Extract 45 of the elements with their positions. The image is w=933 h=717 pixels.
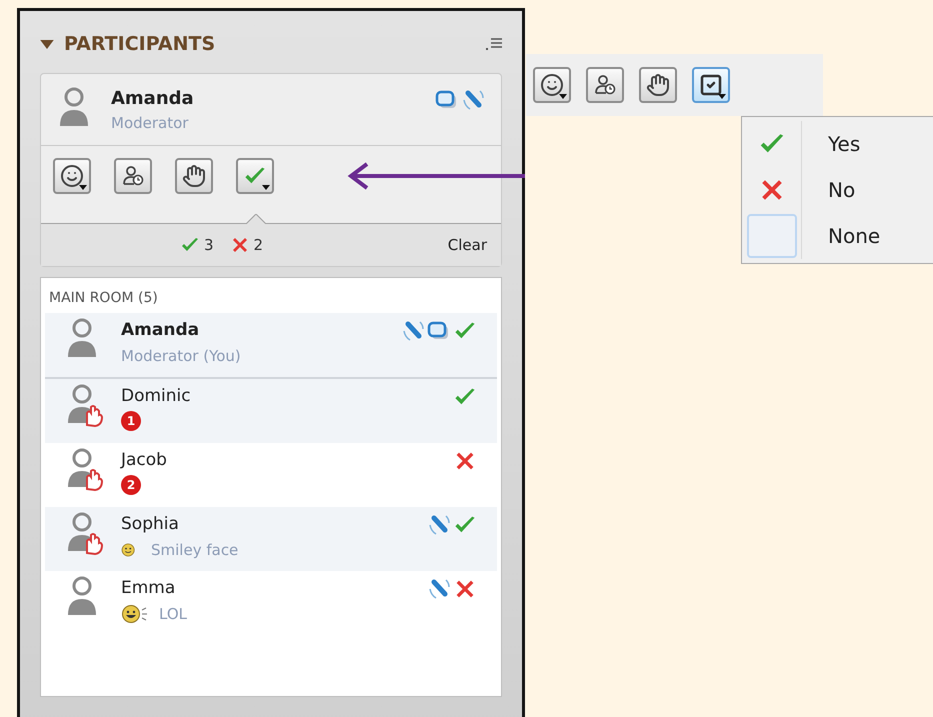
- tool-button[interactable]: [639, 67, 677, 103]
- caret-icon: [559, 94, 567, 99]
- caret-icon: [79, 185, 87, 190]
- yes-count: 3: [204, 234, 214, 256]
- empty-box-icon: [746, 214, 796, 258]
- tool-button[interactable]: [53, 158, 91, 194]
- tool-button[interactable]: [692, 67, 730, 103]
- caret-icon: [718, 94, 726, 99]
- participant-role: Moderator: [111, 113, 190, 134]
- clear-button[interactable]: Clear: [448, 234, 487, 256]
- emoji-label: Smiley face: [151, 540, 238, 561]
- no-count: 2: [254, 234, 264, 256]
- smiley-icon: [60, 164, 84, 188]
- panel-title: PARTICIPANTS: [64, 32, 216, 57]
- participant-role: Moderator (You): [121, 346, 241, 367]
- menu-item[interactable]: None: [742, 213, 933, 259]
- participant-row[interactable]: Dominic 1: [45, 379, 497, 443]
- hand-order-badge: 2: [121, 475, 141, 495]
- menu-item[interactable]: No: [742, 167, 933, 213]
- smiley-icon: [540, 73, 564, 97]
- hand-order-badge: 1: [121, 411, 141, 431]
- tool-button[interactable]: [114, 158, 152, 194]
- participant-name: Dominic: [121, 385, 191, 408]
- hand-icon: [646, 73, 670, 97]
- emoji-label: LOL: [159, 604, 187, 625]
- participant-row[interactable]: Amanda Moderator (You): [45, 313, 497, 379]
- participant-name: Sophia: [121, 513, 180, 536]
- menu-item[interactable]: Yes: [742, 121, 933, 167]
- tool-button[interactable]: [533, 67, 571, 103]
- collapse-icon[interactable]: [40, 40, 54, 48]
- checkbox-icon: [699, 73, 723, 97]
- participant-row[interactable]: Sophia Smiley face: [45, 507, 497, 571]
- hand-icon: [182, 164, 206, 188]
- room-title: MAIN ROOM (5): [48, 289, 159, 308]
- participant-name: Jacob: [121, 449, 167, 472]
- menu-icon[interactable]: [486, 37, 502, 51]
- caret-icon: [262, 185, 270, 190]
- participant-name: Amanda: [111, 87, 194, 111]
- person-clock-icon: [121, 164, 145, 188]
- person-clock-icon: [593, 73, 617, 97]
- tool-button[interactable]: [175, 158, 213, 194]
- tool-button[interactable]: [586, 67, 624, 103]
- participant-name: Emma: [121, 577, 176, 600]
- laughing-face-icon: [121, 604, 149, 624]
- participant-name: Amanda: [121, 319, 200, 342]
